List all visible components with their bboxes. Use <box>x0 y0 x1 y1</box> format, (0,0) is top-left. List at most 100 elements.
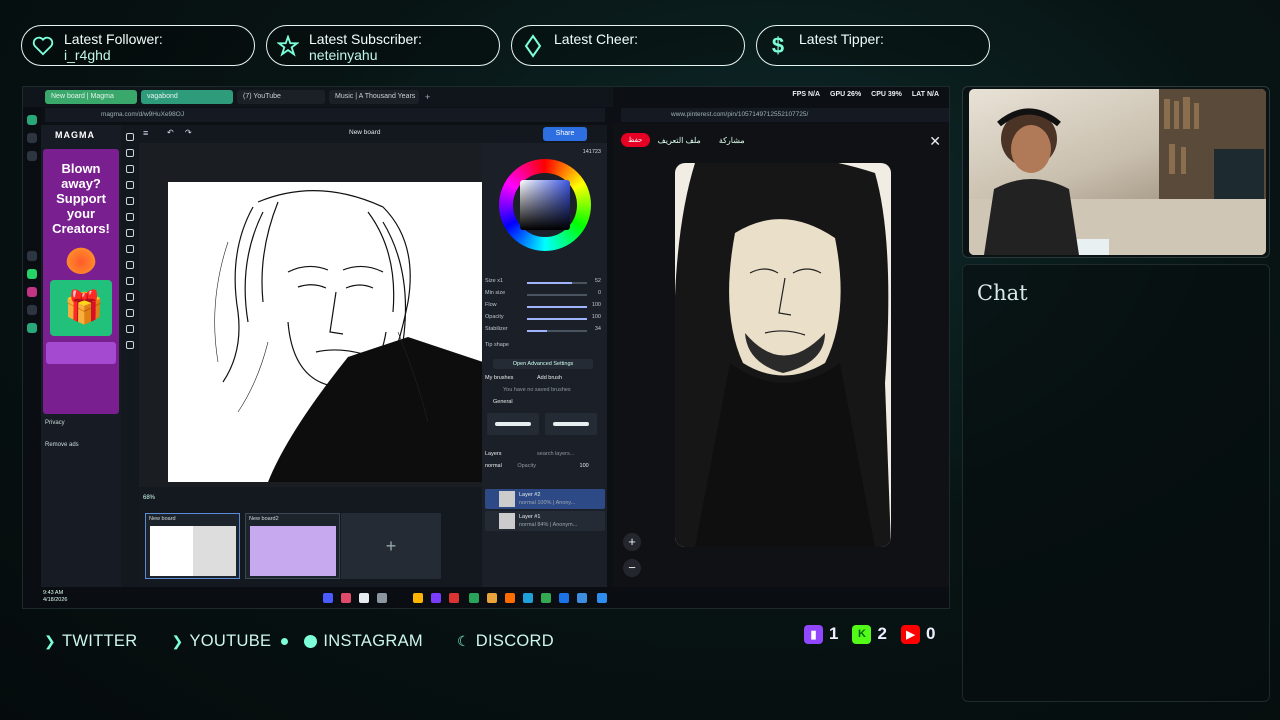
chat-tool-icon[interactable] <box>126 325 134 333</box>
layer-row[interactable]: Layer #1 normal 84% | Anonym... <box>485 511 605 531</box>
latest-follower-pill: Latest Follower: i_r4ghd <box>21 25 255 66</box>
follower-value: i_r4ghd <box>64 47 111 63</box>
screen-capture: New board | Magma vagabond (7) YouTube M… <box>22 86 950 609</box>
add-brush-button[interactable]: Add brush <box>537 375 562 381</box>
taskbar-app-icon[interactable] <box>413 593 423 603</box>
flow-slider[interactable]: Flow 100 <box>485 302 603 312</box>
brush-ink[interactable] <box>487 413 539 435</box>
zoom-level[interactable]: 68% <box>143 495 155 501</box>
taskbar-app-icon[interactable] <box>577 593 587 603</box>
hand-tool-icon[interactable] <box>126 293 134 301</box>
brush-soft-ink[interactable] <box>545 413 597 435</box>
search-layers-input[interactable]: search layers... <box>537 451 574 457</box>
taskbar-app-icon[interactable] <box>469 593 479 603</box>
board-title[interactable]: New board <box>349 129 380 136</box>
address-bar-left[interactable]: magma.com/d/w9HuXe98OJ <box>45 108 605 122</box>
select-tool-icon[interactable] <box>126 149 134 157</box>
webcam-image <box>969 89 1266 255</box>
sidebar-app-icon[interactable] <box>27 151 37 161</box>
zoom-in-button[interactable]: + <box>623 533 641 551</box>
taskbar-app-icon[interactable] <box>505 593 515 603</box>
pin-image[interactable] <box>675 163 891 547</box>
taskbar-app-icon[interactable] <box>449 593 459 603</box>
shape-tool-icon[interactable] <box>126 277 134 285</box>
lasso-tool-icon[interactable] <box>126 165 134 173</box>
stabilizer-slider[interactable]: Stabilizer 34 <box>485 326 603 336</box>
share-button[interactable]: Share <box>543 127 587 141</box>
general-header[interactable]: General <box>493 399 571 405</box>
taskbar-app-icon[interactable] <box>341 593 351 603</box>
magma-ad-sidebar: MAGMA Blown away? Support your Creators!… <box>41 125 121 587</box>
taskbar-clock[interactable]: 9:43 AM 4/18/2026 <box>43 590 67 604</box>
taskbar-app-icon[interactable] <box>523 593 533 603</box>
sidebar-app-icon[interactable] <box>27 133 37 143</box>
advanced-settings-button[interactable]: Open Advanced Settings <box>493 359 593 369</box>
tab-magma[interactable]: New board | Magma <box>45 90 137 104</box>
tab-vagabond[interactable]: vagabond <box>141 90 233 104</box>
taskbar-app-icon[interactable] <box>487 593 497 603</box>
taskbar-app-icon[interactable] <box>377 593 387 603</box>
crop-tool-icon[interactable] <box>126 181 134 189</box>
new-tab-button[interactable]: + <box>425 92 430 102</box>
taskbar-app-icon[interactable] <box>359 593 369 603</box>
chevron-icon: ❯ <box>44 633 57 649</box>
board-thumbnail[interactable]: New board <box>145 513 240 579</box>
kick-counter: K 2 <box>852 624 887 644</box>
profile-link[interactable]: ملف التعريف <box>658 136 701 145</box>
pin-zoom-controls: + − <box>623 533 641 579</box>
instagram-icon[interactable] <box>27 287 37 297</box>
pencil-tool-icon[interactable] <box>126 197 134 205</box>
opacity-slider[interactable]: Opacity 100 <box>485 314 603 324</box>
color-picker-square[interactable] <box>520 180 570 230</box>
close-icon[interactable]: ✕ <box>929 133 941 150</box>
windows-icon[interactable] <box>597 593 607 603</box>
taskbar-app-icon[interactable] <box>323 593 333 603</box>
sidebar-app-icon[interactable] <box>27 115 37 125</box>
support-ad[interactable]: Blown away? Support your Creators! <box>43 149 119 414</box>
discord-link[interactable]: ☾ DISCORD <box>457 632 554 651</box>
pin-header: حفظ ملف التعريف مشاركة <box>621 133 745 147</box>
sidebar-app-icon[interactable] <box>27 323 37 333</box>
pin-save-button[interactable]: حفظ <box>621 133 650 147</box>
undo-icon[interactable]: ↶ <box>167 128 174 137</box>
instagram-link[interactable]: INSTAGRAM <box>304 632 423 651</box>
layers-header: Layers search layers... normal Opacity 1… <box>485 451 589 469</box>
chrome-icon[interactable] <box>541 593 551 603</box>
privacy-label[interactable]: Privacy <box>45 418 79 428</box>
gpu-stat: GPU 26% <box>830 91 862 98</box>
tip-shape-row[interactable]: Tip shape <box>485 342 603 352</box>
dollar-icon: $ <box>771 33 785 58</box>
eraser-tool-icon[interactable] <box>126 229 134 237</box>
add-board-button[interactable]: + <box>341 513 441 579</box>
share-link[interactable]: مشاركة <box>719 136 745 145</box>
blend-mode-select[interactable]: normal <box>485 463 502 469</box>
taskbar-app-icon[interactable] <box>431 593 441 603</box>
whatsapp-icon[interactable] <box>27 269 37 279</box>
sidebar-app-icon[interactable] <box>27 251 37 261</box>
tab-music[interactable]: Music | A Thousand Years <box>329 90 419 104</box>
drawing-toolbar <box>121 125 139 587</box>
taskbar-app-icon[interactable] <box>559 593 569 603</box>
twitter-link[interactable]: ❯ TWITTER <box>44 632 137 651</box>
tab-youtube[interactable]: (7) YouTube <box>237 90 325 104</box>
address-bar-right[interactable]: www.pinterest.com/pin/105714971255210772… <box>621 108 949 122</box>
min-size-slider[interactable]: Min size 0 <box>485 290 603 300</box>
menu-icon[interactable]: ≡ <box>143 128 148 138</box>
reference-artwork <box>675 163 891 547</box>
diamond-icon <box>512 31 554 61</box>
youtube-link[interactable]: ❯ YOUTUBE <box>171 632 271 651</box>
move-tool-icon[interactable] <box>126 133 134 141</box>
fill-tool-icon[interactable] <box>126 245 134 253</box>
board-thumbnail[interactable]: New board2 <box>245 513 340 579</box>
x-icon[interactable] <box>27 305 37 315</box>
more-tools-icon[interactable] <box>126 341 134 349</box>
size-slider[interactable]: Size x1 52 <box>485 278 603 288</box>
zoom-tool-icon[interactable] <box>126 309 134 317</box>
redo-icon[interactable]: ↷ <box>185 128 192 137</box>
layer-row[interactable]: Layer #2 normal 100% | Anony... <box>485 489 605 509</box>
text-tool-icon[interactable] <box>126 261 134 269</box>
drawing-canvas[interactable] <box>168 182 483 482</box>
zoom-out-button[interactable]: − <box>623 559 641 577</box>
remove-ads-button[interactable]: Remove ads <box>45 440 79 450</box>
brush-tool-icon[interactable] <box>126 213 134 221</box>
